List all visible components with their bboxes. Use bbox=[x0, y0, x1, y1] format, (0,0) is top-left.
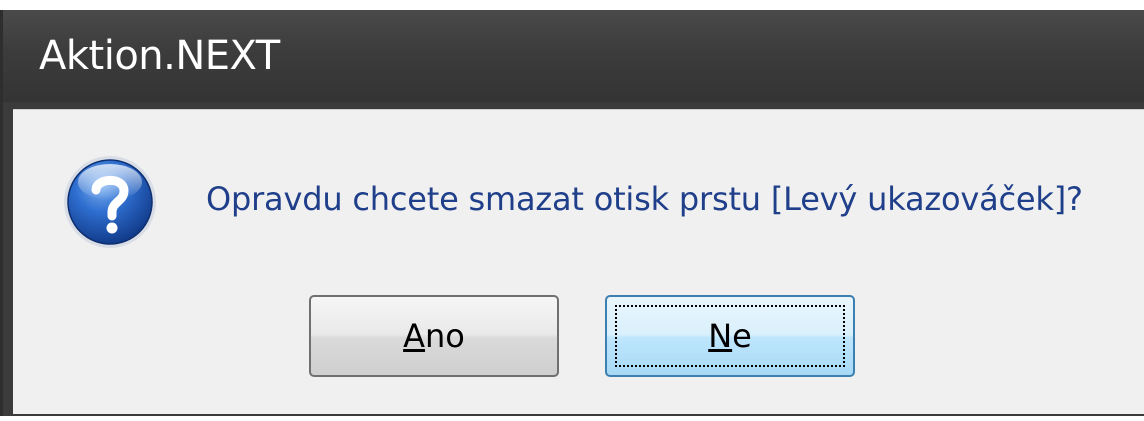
title-bar[interactable]: Aktion.NEXT bbox=[3, 10, 1144, 102]
no-accelerator: N bbox=[708, 317, 733, 355]
yes-button-label: Ano bbox=[403, 317, 465, 355]
no-button-label: Ne bbox=[708, 317, 752, 355]
dialog-body: Opravdu chcete smazat otisk prstu [Levý … bbox=[13, 109, 1144, 414]
yes-accelerator: A bbox=[403, 317, 426, 355]
message-dialog: Aktion.NEXT Opravdu chcete smazat otisk … bbox=[0, 10, 1144, 416]
no-button[interactable]: Ne bbox=[605, 295, 855, 377]
window-title: Aktion.NEXT bbox=[39, 33, 280, 79]
no-label-rest: e bbox=[732, 317, 752, 355]
yes-button[interactable]: Ano bbox=[309, 295, 559, 377]
dialog-message: Opravdu chcete smazat otisk prstu [Levý … bbox=[206, 180, 1083, 218]
yes-label-rest: no bbox=[425, 317, 465, 355]
question-icon bbox=[64, 156, 156, 248]
